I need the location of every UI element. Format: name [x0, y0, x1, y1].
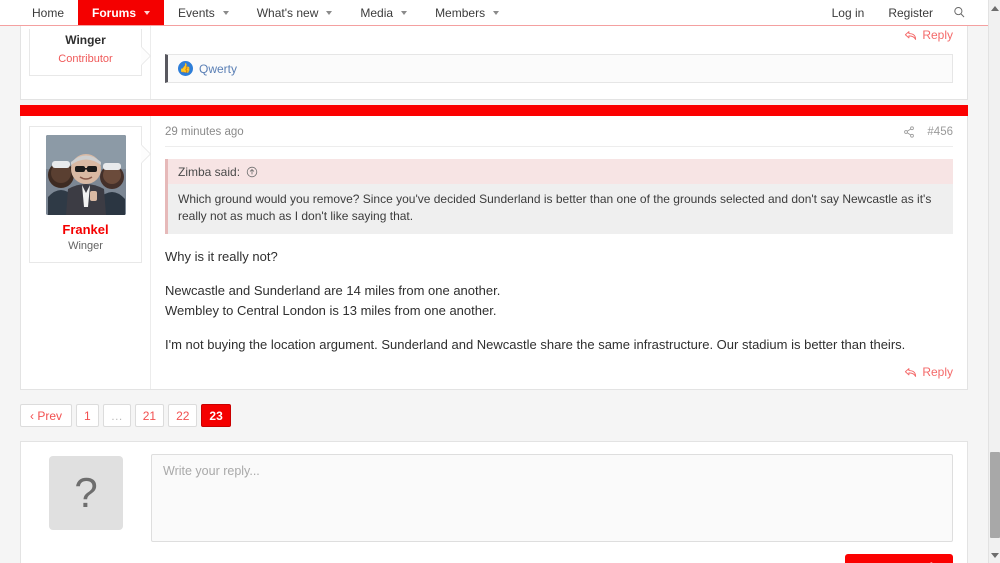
chevron-down-icon — [326, 10, 333, 15]
scrollbar-thumb[interactable] — [990, 452, 1000, 538]
post-author-title: Winger — [68, 240, 103, 252]
pagination-page-1[interactable]: 1 — [76, 404, 99, 428]
share-post-button[interactable] — [903, 126, 915, 138]
nav-item-label: What's new — [256, 5, 319, 20]
reply-link[interactable]: Reply — [904, 28, 953, 42]
nav-item-label: Forums — [92, 5, 137, 20]
chevron-down-icon — [144, 10, 151, 15]
quote-jump-button[interactable] — [246, 166, 258, 178]
user-card: Winger Contributor — [29, 29, 142, 76]
post-paragraph: Newcastle and Sunderland are 14 miles fr… — [165, 281, 953, 321]
nav-item-label: Home — [32, 5, 65, 20]
nav-item-label: Members — [435, 5, 486, 20]
quote-author-label: Zimba said: — [178, 165, 241, 179]
nav-item-members[interactable]: Members — [421, 0, 513, 25]
post-body-column: 29 minutes ago #456 Zimba said: Which gr… — [151, 116, 967, 389]
nav-item-whats-new[interactable]: What's new — [243, 0, 347, 25]
post-paragraph: I'm not buying the location argument. Su… — [165, 337, 906, 353]
post-header: 29 minutes ago #456 — [165, 126, 953, 147]
post-line: Wembley to Central London is 13 miles fr… — [165, 303, 497, 319]
share-icon — [904, 126, 915, 138]
main-navigation: Home Forums Events What's new Media Memb… — [0, 0, 988, 26]
reply-input[interactable]: Write your reply... — [151, 454, 953, 543]
pagination-prev[interactable]: ‹ Prev — [20, 404, 73, 428]
nav-item-events[interactable]: Events — [164, 0, 243, 25]
reaction-bar: 👍 Qwerty — [165, 54, 953, 83]
chevron-down-icon — [222, 10, 229, 15]
thumbs-up-icon: 👍 — [178, 61, 193, 76]
pagination-ellipsis: … — [102, 404, 131, 428]
post-body-column: Reply 👍 Qwerty — [151, 26, 967, 99]
reply-user-column: ? — [21, 442, 151, 563]
chevron-down-icon — [991, 552, 999, 558]
nav-item-forums[interactable]: Forums — [78, 0, 165, 25]
reply-editor-column: Write your reply... Post reply — [151, 442, 967, 563]
post-number[interactable]: #456 — [927, 126, 953, 138]
post-previous: Winger Contributor Reply 👍 Qwerty — [20, 26, 968, 100]
new-posts-separator — [20, 105, 968, 116]
search-icon — [954, 7, 965, 18]
pagination-page-22[interactable]: 22 — [168, 404, 198, 428]
post-reply-button[interactable]: Post reply — [844, 554, 953, 563]
user-photo-avatar — [45, 135, 126, 215]
page-root: Home Forums Events What's new Media Memb… — [0, 0, 1000, 563]
user-title: Winger — [65, 33, 106, 47]
nav-item-home[interactable]: Home — [18, 0, 78, 25]
thread-content: Winger Contributor Reply 👍 Qwerty Franke… — [0, 26, 988, 563]
scroll-down-button[interactable] — [989, 549, 1000, 561]
post-message: Why is it really not? Newcastle and Sund… — [165, 247, 953, 356]
nav-item-media[interactable]: Media — [346, 0, 421, 25]
reply-arrow-icon — [905, 30, 917, 40]
post-footer: Reply — [165, 355, 953, 383]
post-timestamp[interactable]: 29 minutes ago — [165, 126, 244, 138]
user-card: Frankel Winger — [29, 126, 142, 263]
register-link[interactable]: Register — [876, 6, 945, 20]
chevron-down-icon — [401, 10, 408, 15]
quote-block: Zimba said: Which ground would you remov… — [165, 159, 953, 234]
pagination: ‹ Prev 1 … 21 22 23 — [20, 404, 968, 428]
post-line: Newcastle and Sunderland are 14 miles fr… — [165, 282, 501, 298]
quote-attribution: Zimba said: — [168, 159, 953, 184]
reply-link[interactable]: Reply — [904, 365, 953, 379]
reply-label: Reply — [922, 365, 953, 380]
reply-arrow-icon — [905, 367, 917, 377]
post-456: Frankel Winger 29 minutes ago #456 Zimba… — [20, 116, 968, 391]
post-author-name[interactable]: Frankel — [36, 222, 135, 237]
scroll-up-button[interactable] — [989, 2, 1000, 14]
reply-editor: ? Write your reply... Post reply — [20, 441, 968, 563]
chevron-up-icon — [991, 5, 999, 11]
user-rank: Contributor — [58, 53, 113, 65]
nav-item-label: Events — [178, 5, 215, 20]
guest-avatar[interactable]: ? — [49, 456, 123, 531]
post-user-column: Winger Contributor — [21, 26, 151, 99]
reply-label: Reply — [922, 28, 953, 42]
pagination-page-23-current[interactable]: 23 — [201, 404, 231, 428]
pagination-page-21[interactable]: 21 — [134, 404, 165, 428]
reaction-user-link[interactable]: Qwerty — [199, 62, 237, 76]
nav-primary-links: Home Forums Events What's new Media Memb… — [18, 0, 513, 25]
nav-account-links: Log in Register — [820, 0, 988, 25]
vertical-scrollbar[interactable] — [988, 0, 1000, 563]
nav-item-label: Media — [360, 5, 394, 20]
search-button[interactable] — [945, 6, 974, 19]
arrow-up-circle-icon — [246, 166, 258, 178]
chevron-down-icon — [493, 10, 500, 15]
avatar[interactable] — [45, 135, 126, 215]
post-user-column: Frankel Winger — [21, 116, 151, 390]
post-paragraph: Why is it really not? — [165, 248, 278, 264]
reply-actions: Post reply — [151, 554, 953, 563]
quote-text: Which ground would you remove? Since you… — [168, 184, 953, 234]
login-link[interactable]: Log in — [820, 6, 877, 20]
